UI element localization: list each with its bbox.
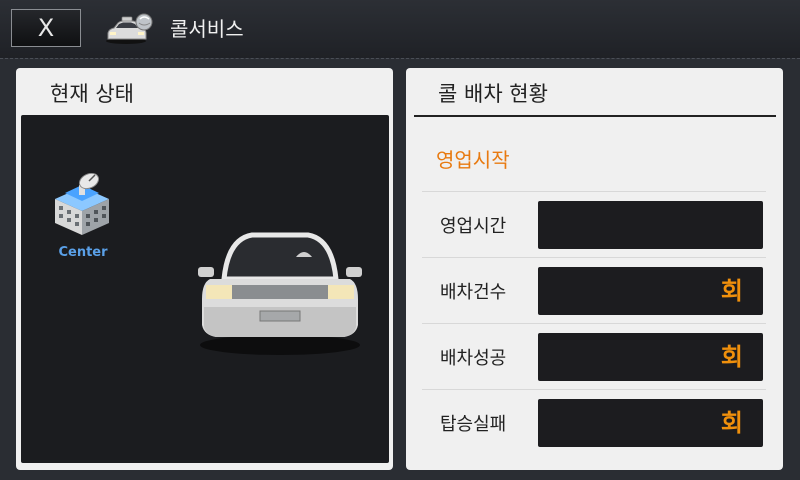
- call-dispatch-title: 콜 배차 현황: [438, 82, 548, 106]
- row-divider: [422, 257, 766, 258]
- row-label-boarding-failure: 탑승실패: [440, 414, 507, 435]
- business-hours-value: [538, 201, 763, 249]
- app-title: 콜서비스: [170, 17, 244, 41]
- row-label-dispatch-count: 배차건수: [440, 282, 507, 303]
- status-display: Center: [21, 115, 389, 463]
- title-bar: X 콜서비스: [0, 0, 800, 59]
- taxi-car-icon: [198, 232, 362, 355]
- center-label: Center: [58, 245, 108, 260]
- row-label-business-hours: 영업시간: [440, 216, 507, 237]
- row-label-dispatch-success: 배차성공: [440, 348, 507, 369]
- call-taxi-icon: [106, 13, 153, 44]
- call-dispatch-panel: 콜 배차 현황 영업시작 영업시간 배차건수 회 배차성공 회 탑승실패 회: [406, 68, 783, 470]
- close-button[interactable]: X: [11, 9, 81, 47]
- dispatch-count-value: 회: [538, 267, 763, 315]
- row-divider: [422, 389, 766, 390]
- row-divider: [422, 323, 766, 324]
- boarding-failure-value: 회: [538, 399, 763, 447]
- current-status-title: 현재 상태: [50, 82, 134, 106]
- current-status-panel: 현재 상태 Center: [16, 68, 393, 470]
- center-building-satellite-icon: [55, 173, 109, 235]
- business-status: 영업시작: [436, 148, 510, 172]
- dispatch-success-value: 회: [538, 333, 763, 381]
- row-divider: [422, 191, 766, 192]
- title-divider: [414, 115, 776, 117]
